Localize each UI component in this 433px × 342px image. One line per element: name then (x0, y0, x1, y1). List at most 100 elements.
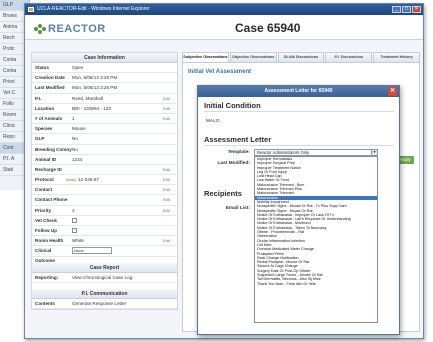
pi-communication-heading: P.I. Communication (32, 288, 177, 299)
checkbox-container (72, 226, 163, 235)
edit-link[interactable]: Edit (163, 114, 177, 123)
case-info-row: Creation Date Mon, 5/06/13 3:25 PM (32, 73, 177, 84)
case-info-value (72, 185, 163, 194)
case-info-value: BRI - 133994 - 123 (72, 105, 111, 111)
edit-link (163, 226, 177, 235)
maximize-icon[interactable]: □ (402, 6, 411, 13)
case-info-panel: Case Information Status Open Creation Date… (31, 52, 178, 310)
checkbox[interactable] (72, 228, 77, 234)
case-info-value: 1 (72, 115, 75, 121)
case-info-row: P.I. Reed, Marshall Edit (32, 94, 177, 104)
case-info-row: Room Health White Edit (32, 236, 177, 247)
case-info-row: Contact Phone Edit (32, 195, 177, 206)
case-info-value: Mon, 5/06/13 3:25 PM (72, 85, 118, 91)
assessment-letter-dialog: Assessment Letter for 65940 ✕ Initial Co… (197, 85, 400, 335)
page-title: Case 65940 (235, 21, 301, 35)
reporting-label: Reporting: (35, 274, 59, 280)
case-info-label: Status (35, 65, 50, 70)
dialog-title-text: Assessment Letter for 65940 (264, 88, 333, 94)
tab-dlam-discussions[interactable]: DLAM Discussions (277, 52, 325, 62)
case-info-row: Priority 3 Edit (32, 206, 177, 216)
logo-text: REACTOR (48, 23, 106, 35)
case-info-row: Clinical Outcome None (32, 246, 177, 264)
edit-link[interactable]: Edit (163, 104, 177, 113)
initial-condition-heading: Initial Condition (204, 101, 261, 110)
case-info-label: Last Modified (35, 85, 65, 91)
edit-link (163, 216, 177, 225)
template-label: Template: (227, 150, 250, 155)
case-info-label: Creation Date (35, 75, 65, 81)
case-info-value: No (72, 146, 78, 152)
minimize-icon[interactable]: _ (392, 6, 401, 13)
case-info-label: Animal ID (35, 156, 57, 162)
recipients-heading: Recipients (204, 189, 242, 198)
case-info-row: Animal ID 1234 (32, 155, 177, 165)
edit-link[interactable]: Edit (163, 236, 177, 245)
case-info-value: 12-345-67 (78, 177, 99, 183)
case-info-label: Location (35, 105, 55, 111)
case-info-label: Recharge ID (35, 166, 62, 172)
tab-objective-observations[interactable]: Objective Observations (229, 52, 277, 62)
case-info-value: No (72, 136, 78, 142)
dialog-close-icon[interactable]: ✕ (388, 87, 397, 96)
case-info-value: Mon, 5/06/13 3:25 PM (72, 75, 118, 81)
case-info-value: Open (72, 65, 84, 70)
tab-treatment-history[interactable]: Treatment History (373, 52, 420, 62)
initial-condition-value: MALO (206, 119, 220, 124)
case-info-row: GLP No (32, 134, 177, 145)
case-info-row: Vet Check (32, 216, 177, 226)
protocol-hint-link[interactable]: (hints) (66, 175, 76, 184)
case-info-label: Breeding Colony (35, 146, 72, 152)
case-info-label: P.I. (35, 95, 42, 101)
case-info-label: Clinical Outcome (35, 248, 55, 264)
contents-label: Contents (35, 300, 55, 306)
close-icon[interactable]: ✕ (412, 6, 421, 13)
dropdown-option[interactable]: Thank You Note - From Attn Or Vets (255, 282, 377, 286)
template-select-value: Reactor Administrators Only (257, 150, 310, 155)
edit-link (163, 73, 177, 82)
case-info-value (72, 165, 163, 174)
checkbox-container (72, 216, 163, 225)
case-info-label: Room Health (35, 238, 64, 244)
last-modified-label: Last Modified: (217, 161, 250, 166)
edit-link[interactable]: Edit (163, 195, 177, 204)
assessment-letter-heading: Assessment Letter (204, 135, 272, 144)
case-info-label: Contact Phone (35, 197, 68, 203)
case-info-value: 1234 (72, 156, 83, 162)
clinical-outcome-select[interactable]: None (72, 247, 112, 255)
pi-communication-row: Contents Generate Response Letter (32, 299, 177, 309)
view-case-log-link[interactable]: View Chronological Case Log (72, 273, 177, 282)
app-header: REACTOR Case 65940 (25, 15, 423, 40)
edit-link (163, 63, 177, 72)
case-info-label: Contact (35, 187, 53, 193)
case-info-row: Location BRI - 133994 - 123 Edit (32, 104, 177, 114)
window-titlebar: UCLA-REACTOR-Edit - Windows Internet Exp… (25, 4, 423, 15)
edit-link[interactable]: Edit (163, 175, 177, 184)
case-info-label: Species (35, 126, 53, 132)
edit-link (163, 155, 177, 164)
case-info-label: Vet Check (35, 217, 57, 223)
case-info-value: Mouse (72, 126, 86, 132)
template-select[interactable]: Reactor Administrators Only ▼ (254, 149, 378, 156)
browser-app-icon (28, 7, 34, 12)
edit-link (163, 124, 177, 133)
edit-link (163, 246, 177, 255)
case-info-row: Species Mouse (32, 124, 177, 135)
window-title: UCLA-REACTOR-Edit - Windows Internet Exp… (37, 6, 150, 12)
tab-subjective-observations[interactable]: Subjective Observations (182, 52, 229, 62)
case-tabs: Subjective Observations Objective Observa… (182, 52, 420, 62)
edit-link[interactable]: Edit (163, 185, 177, 194)
checkbox[interactable] (72, 218, 77, 224)
dialog-title: Assessment Letter for 65940 ✕ (198, 86, 399, 97)
case-info-label: Priority (35, 207, 52, 213)
generate-response-letter-link[interactable]: Generate Response Letter (72, 299, 177, 308)
edit-link (163, 83, 177, 92)
case-info-value: 3 (72, 207, 75, 213)
edit-link[interactable]: Edit (163, 165, 177, 174)
case-info-value: White (72, 238, 84, 244)
edit-link[interactable]: Edit (163, 94, 177, 103)
divider (204, 111, 394, 112)
chevron-down-icon: ▼ (371, 150, 377, 155)
tab-p-i-discussions[interactable]: P.I. Discussions (325, 52, 373, 62)
edit-link[interactable]: Edit (163, 206, 177, 215)
